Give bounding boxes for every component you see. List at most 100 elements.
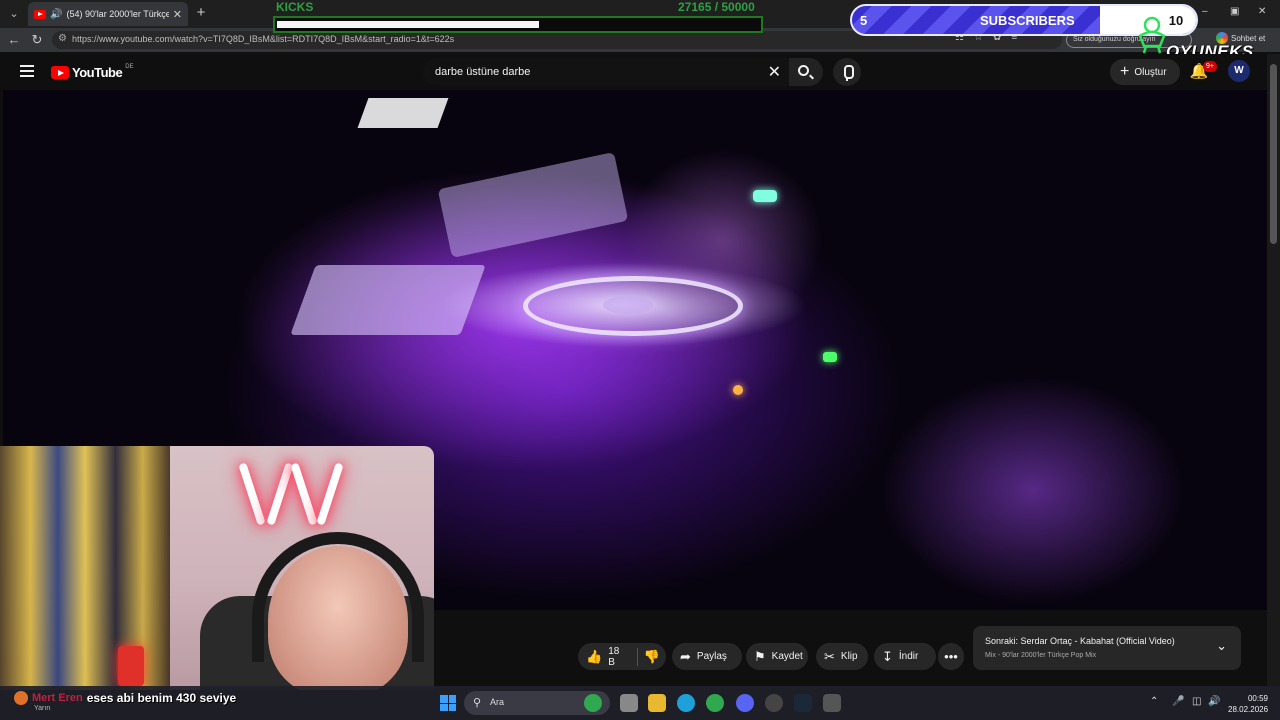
video-led-cyan [753,190,777,202]
subs-current: 5 [860,13,868,28]
speaker-icon[interactable]: 🔊 [50,9,62,20]
kicks-count: 27165 / 50000 [678,0,755,14]
kicks-label: KICKS [276,0,314,14]
youtube-logo[interactable]: YouTube DE [51,63,134,80]
scrollbar-thumb[interactable] [1270,64,1277,244]
network-icon[interactable]: ◫ [1192,696,1201,707]
video-led-green [823,352,837,362]
video-jog-center [603,296,653,314]
url-text: https://www.youtube.com/watch?v=TI7Q8D_I… [72,34,455,44]
create-label: Oluştur [1134,66,1167,78]
reload-icon[interactable]: ↻ [29,32,45,48]
save-button[interactable]: ⚑ Kaydet [746,643,808,670]
plus-icon: + [1120,63,1130,80]
close-icon[interactable]: ✕ [173,8,182,21]
youtube-play-icon [51,66,69,79]
webcam-red-light [118,646,144,686]
dislike-icon[interactable]: 👎 [644,649,660,665]
youtube-header: YouTube DE darbe üstüne darbe ✕ + Oluştu… [3,54,1267,90]
discord-icon[interactable] [736,694,754,712]
save-label: Kaydet [771,651,803,662]
menu-icon[interactable] [20,65,34,77]
scissors-icon: ✂ [824,648,835,664]
clip-label: Klip [840,651,858,662]
windows-start-icon[interactable] [440,695,456,711]
chat-avatar [14,691,28,705]
up-next-title: Sonraki: Serdar Ortaç - Kabahat (Officia… [985,636,1175,646]
youtube-favicon-icon [34,9,46,19]
minimize-icon[interactable]: – [1202,6,1208,17]
video-screen [290,265,486,335]
notification-badge: 9+ [1203,61,1217,72]
neon-light [238,462,266,526]
download-label: İndir [898,651,919,662]
create-button[interactable]: + Oluştur [1110,59,1180,85]
app-icon[interactable] [823,694,841,712]
task-view-icon[interactable] [620,694,638,712]
more-actions-button[interactable]: ••• [938,643,964,670]
edge-icon[interactable] [677,694,695,712]
webcam-jerseys [0,446,170,690]
like-count[interactable]: 18 B [608,646,627,668]
mascot-icon [1138,16,1166,54]
voice-search-icon[interactable] [833,58,861,86]
clock-date: 28.02.2026 [1228,705,1269,714]
video-mixer [437,152,629,258]
volume-icon[interactable]: 🔊 [1208,696,1220,707]
clip-button[interactable]: ✂ Klip [816,643,868,670]
search-query: darbe üstüne darbe [435,66,531,78]
maximize-icon[interactable]: ▣ [1230,6,1239,17]
account-avatar[interactable]: W [1228,60,1250,82]
new-tab-button[interactable]: + [192,4,210,22]
clear-search-icon[interactable]: ✕ [768,62,781,82]
screen: ⌄ 🔊 (54) 90'lar 2000'ler Türkçe Pop ✕ + … [0,0,1280,720]
webcam-headset [252,532,424,662]
chrome-icon[interactable] [765,694,783,712]
tray-chevron-icon[interactable]: ⌃ [1150,696,1158,707]
site-info-icon[interactable]: ⚙ [58,33,67,44]
kicks-progress-bar [273,16,763,33]
page-scrollbar[interactable] [1267,54,1280,686]
like-dislike-group: 👍 18 B 👎 [578,643,666,670]
tab-search-icon[interactable]: ⌄ [4,4,24,24]
browser-tab[interactable]: 🔊 (54) 90'lar 2000'ler Türkçe Pop ✕ [28,2,188,26]
youtube-wordmark: YouTube [72,65,123,80]
up-next-subtitle: Mix - 90'lar 2000'ler Türkçe Pop Mix [985,652,1097,659]
chat-subtext: Yarın [34,705,51,712]
search-icon: ⚲ [473,697,482,709]
like-separator [636,647,638,666]
download-button[interactable]: ↧ İndir [874,643,936,670]
more-icon: ••• [944,649,958,664]
download-icon: ↧ [882,648,893,664]
kicks-progress-fill [277,21,539,28]
share-button[interactable]: ➦ Paylaş [672,643,742,670]
share-icon: ➦ [680,648,691,664]
search-button[interactable] [789,58,823,86]
share-label: Paylaş [696,651,727,662]
video-lamp [357,98,449,128]
system-clock[interactable]: 00:59 28.02.2026 [1228,693,1268,715]
chat-username: Mert Eren [32,692,83,704]
clock-time: 00:59 [1247,694,1268,703]
country-code: DE [125,63,134,70]
subs-goal: 10 [1168,13,1184,28]
search-input[interactable]: darbe üstüne darbe ✕ [423,58,789,86]
neon-light [266,462,294,526]
up-next-card[interactable]: Sonraki: Serdar Ortaç - Kabahat (Officia… [973,626,1241,670]
back-icon[interactable]: ← [6,32,22,48]
neon-light [316,462,344,526]
steam-icon[interactable] [794,694,812,712]
bookmark-icon: ⚑ [754,648,766,664]
file-explorer-icon[interactable] [648,694,666,712]
window-close-icon[interactable]: ✕ [1258,6,1266,17]
search-icon [798,65,809,76]
taskbar-search-label: Ara [490,697,505,707]
webcam-overlay [0,446,434,690]
video-led-orange [733,385,743,395]
app-icon[interactable] [706,694,724,712]
chevron-down-icon[interactable]: ⌄ [1216,638,1227,654]
widgets-icon[interactable] [584,694,602,712]
neon-light [290,462,318,526]
like-icon[interactable]: 👍 [586,649,602,665]
microphone-icon[interactable]: 🎤 [1172,696,1184,707]
